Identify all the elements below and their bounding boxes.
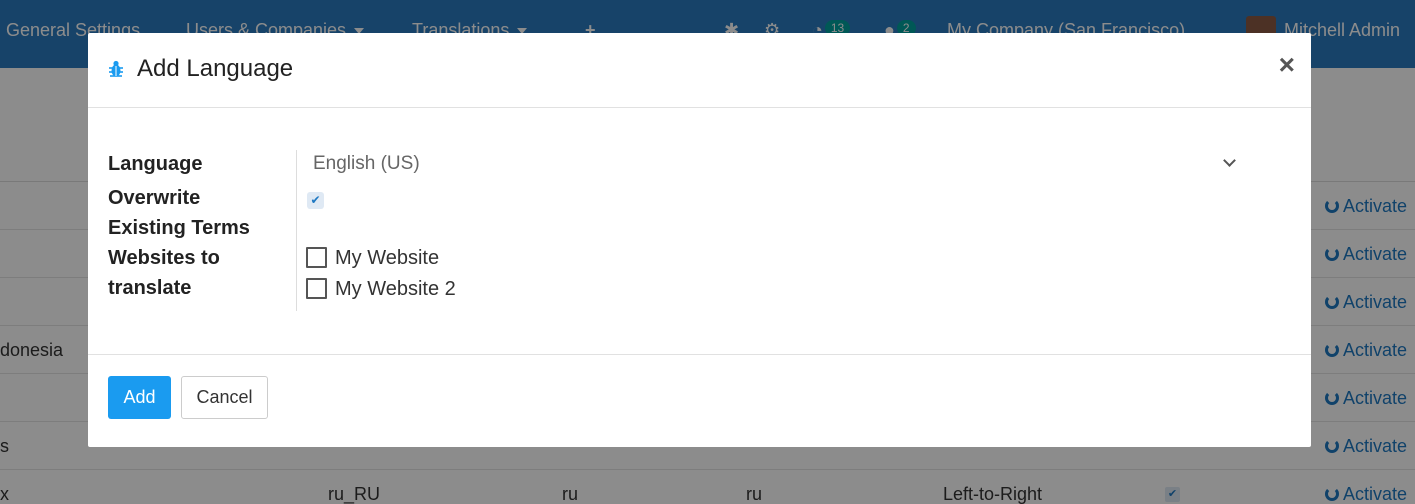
website-option-1[interactable]: My Website [306,247,439,271]
dialog-title: Add Language [137,55,294,82]
bug-icon [109,60,123,77]
website-option-2-label: My Website 2 [335,278,456,300]
add-language-dialog: Add Language × Language Overwrite Existi… [88,33,1311,447]
label-divider [296,150,297,311]
language-select-value: English (US) [313,153,420,174]
websites-label-line2: translate [108,277,192,299]
add-button[interactable]: Add [108,376,171,419]
dialog-footer: Add Cancel [88,354,1311,447]
website-option-1-label: My Website [335,247,440,269]
overwrite-label-line2: Existing Terms [108,217,250,239]
language-label: Language [108,153,203,175]
chevron-down-icon [1223,154,1236,167]
cancel-button[interactable]: Cancel [181,376,268,419]
websites-label-line1: Websites to [108,247,220,269]
website-checkbox-2[interactable] [306,278,327,299]
overwrite-checkbox[interactable]: ✔ [307,192,324,209]
website-checkbox-1[interactable] [306,247,327,268]
website-option-2[interactable]: My Website 2 [306,278,456,302]
close-icon[interactable]: × [1279,51,1295,79]
overwrite-label-line1: Overwrite [108,187,201,209]
language-select[interactable]: English (US) [313,150,1248,178]
dialog-header: Add Language × [88,33,1311,108]
